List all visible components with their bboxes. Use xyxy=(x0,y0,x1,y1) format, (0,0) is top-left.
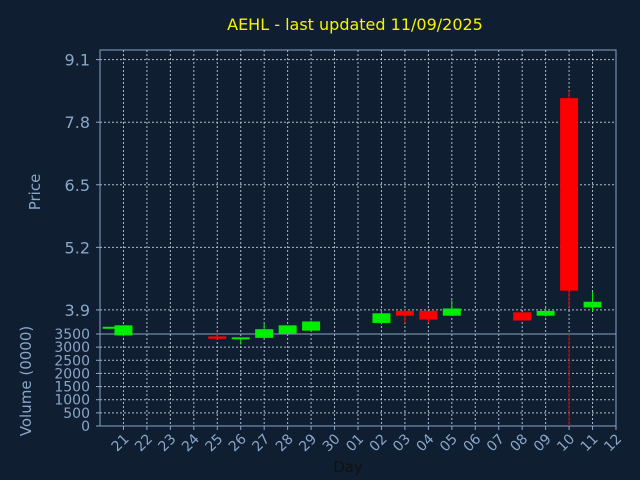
x-tick-label: 28 xyxy=(273,431,297,455)
x-tick-label: 06 xyxy=(460,431,484,455)
candle-body xyxy=(255,329,274,338)
volume-axis-label: Volume (0000) xyxy=(17,326,35,436)
x-tick-label: 30 xyxy=(320,431,344,455)
candle-body xyxy=(208,336,227,339)
chart-container: AEHL - last updated 11/09/2025 3.9 5.2 6.5 7… xyxy=(0,0,640,480)
x-tick-label: 29 xyxy=(296,431,320,455)
x-tick-label: 25 xyxy=(202,431,226,455)
price-tick-label: 6.5 xyxy=(65,176,90,195)
x-tick-label: 09 xyxy=(531,431,555,455)
candle-body xyxy=(442,308,461,316)
candle-body xyxy=(278,325,297,334)
candle-body xyxy=(513,312,532,321)
x-tick-label: 12 xyxy=(601,431,625,455)
candle-body xyxy=(372,313,391,323)
x-tick-label: 26 xyxy=(226,431,250,455)
x-axis-label: Day xyxy=(333,458,363,476)
candle-body xyxy=(231,337,250,340)
x-tick-label: 24 xyxy=(179,431,203,455)
x-tick-label: 22 xyxy=(132,431,156,455)
x-tick-label: 21 xyxy=(109,431,133,455)
x-tick-label: 01 xyxy=(343,431,367,455)
price-tick-label: 7.8 xyxy=(65,113,90,132)
price-tick-label: 3.9 xyxy=(65,301,90,320)
candle-body xyxy=(536,310,555,316)
x-tick-label: 04 xyxy=(414,431,438,455)
price-tick-label: 5.2 xyxy=(65,238,90,257)
x-tick-label: 03 xyxy=(390,431,414,455)
candle-body xyxy=(419,310,438,320)
x-tick-label: 05 xyxy=(437,431,461,455)
candle-body xyxy=(560,98,579,291)
x-tick-label: 08 xyxy=(507,431,531,455)
candle-body xyxy=(583,301,602,308)
candle-body xyxy=(114,325,133,336)
chart-title: AEHL - last updated 11/09/2025 xyxy=(227,15,483,34)
x-tick-label: 07 xyxy=(484,431,508,455)
candle-body xyxy=(302,321,321,331)
candle-body xyxy=(395,310,414,316)
x-tick-label: 11 xyxy=(578,431,602,455)
price-tick-label: 9.1 xyxy=(65,51,90,70)
price-axis-label: Price xyxy=(26,174,44,211)
x-tick-label: 02 xyxy=(367,431,391,455)
x-tick-label: 10 xyxy=(554,431,578,455)
x-tick-label: 27 xyxy=(249,431,273,455)
volume-tick-label: 3500 xyxy=(54,327,90,343)
x-tick-label: 23 xyxy=(156,431,180,455)
stock-chart: AEHL - last updated 11/09/2025 3.9 5.2 6.5 7… xyxy=(17,15,625,476)
